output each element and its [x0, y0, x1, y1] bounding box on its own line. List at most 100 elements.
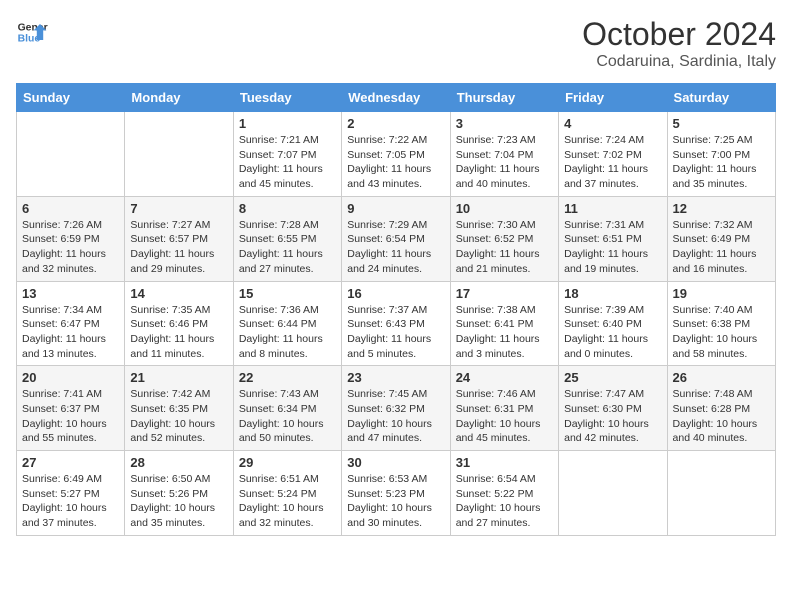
page-header: General Blue October 2024 Codaruina, Sar…: [16, 16, 776, 71]
day-info: Sunrise: 7:25 AM Sunset: 7:00 PM Dayligh…: [673, 133, 770, 192]
location-subtitle: Codaruina, Sardinia, Italy: [582, 53, 776, 71]
day-number: 19: [673, 286, 770, 301]
calendar-cell: 3 Sunrise: 7:23 AM Sunset: 7:04 PM Daylig…: [450, 112, 558, 197]
calendar-cell: 10Sunrise: 7:30 AM Sunset: 6:52 PM Dayli…: [450, 196, 558, 281]
day-info: Sunrise: 6:53 AM Sunset: 5:23 PM Dayligh…: [347, 472, 444, 531]
day-info: Sunrise: 7:26 AM Sunset: 6:59 PM Dayligh…: [22, 218, 119, 277]
day-number: 18: [564, 286, 661, 301]
column-header-friday: Friday: [559, 84, 667, 112]
column-header-thursday: Thursday: [450, 84, 558, 112]
day-number: 10: [456, 201, 553, 216]
calendar-cell: 24 Sunrise: 7:46 AM Sunset: 6:31 PM Dayli…: [450, 366, 558, 451]
day-info: Sunrise: 7:31 AM Sunset: 6:51 PM Dayligh…: [564, 218, 661, 277]
day-info: Sunrise: 7:46 AM Sunset: 6:31 PM Dayligh…: [456, 387, 553, 446]
day-number: 25: [564, 370, 661, 385]
calendar-cell: [125, 112, 233, 197]
calendar-cell: 6 Sunrise: 7:26 AM Sunset: 6:59 PM Daylig…: [17, 196, 125, 281]
day-number: 7: [130, 201, 227, 216]
week-row-3: 13 Sunrise: 7:34 AM Sunset: 6:47 PM Dayli…: [17, 281, 776, 366]
calendar-cell: 20 Sunrise: 7:41 AM Sunset: 6:37 PM Dayli…: [17, 366, 125, 451]
calendar-cell: 21 Sunrise: 7:42 AM Sunset: 6:35 PM Dayli…: [125, 366, 233, 451]
week-row-5: 27 Sunrise: 6:49 AM Sunset: 5:27 PM Dayli…: [17, 451, 776, 536]
calendar-cell: 22Sunrise: 7:43 AM Sunset: 6:34 PM Dayli…: [233, 366, 341, 451]
calendar-cell: 28 Sunrise: 6:50 AM Sunset: 5:26 PM Dayli…: [125, 451, 233, 536]
calendar-cell: 12Sunrise: 7:32 AM Sunset: 6:49 PM Dayli…: [667, 196, 775, 281]
calendar-cell: 5Sunrise: 7:25 AM Sunset: 7:00 PM Daylig…: [667, 112, 775, 197]
day-info: Sunrise: 7:36 AM Sunset: 6:44 PM Dayligh…: [239, 303, 336, 362]
calendar-table: SundayMondayTuesdayWednesdayThursdayFrid…: [16, 83, 776, 536]
calendar-body: 1Sunrise: 7:21 AM Sunset: 7:07 PM Daylig…: [17, 112, 776, 536]
calendar-cell: 8Sunrise: 7:28 AM Sunset: 6:55 PM Daylig…: [233, 196, 341, 281]
day-info: Sunrise: 6:50 AM Sunset: 5:26 PM Dayligh…: [130, 472, 227, 531]
column-header-tuesday: Tuesday: [233, 84, 341, 112]
calendar-cell: 7 Sunrise: 7:27 AM Sunset: 6:57 PM Daylig…: [125, 196, 233, 281]
day-number: 23: [347, 370, 444, 385]
day-number: 20: [22, 370, 119, 385]
day-number: 22: [239, 370, 336, 385]
day-number: 26: [673, 370, 770, 385]
day-number: 27: [22, 455, 119, 470]
week-row-4: 20 Sunrise: 7:41 AM Sunset: 6:37 PM Dayli…: [17, 366, 776, 451]
calendar-cell: 2Sunrise: 7:22 AM Sunset: 7:05 PM Daylig…: [342, 112, 450, 197]
calendar-cell: 14 Sunrise: 7:35 AM Sunset: 6:46 PM Dayli…: [125, 281, 233, 366]
day-info: Sunrise: 7:24 AM Sunset: 7:02 PM Dayligh…: [564, 133, 661, 192]
calendar-cell: 19 Sunrise: 7:40 AM Sunset: 6:38 PM Dayli…: [667, 281, 775, 366]
day-number: 12: [673, 201, 770, 216]
calendar-cell: 26 Sunrise: 7:48 AM Sunset: 6:28 PM Dayli…: [667, 366, 775, 451]
column-header-monday: Monday: [125, 84, 233, 112]
calendar-cell: [17, 112, 125, 197]
day-number: 14: [130, 286, 227, 301]
calendar-cell: [559, 451, 667, 536]
day-info: Sunrise: 7:29 AM Sunset: 6:54 PM Dayligh…: [347, 218, 444, 277]
calendar-cell: 11 Sunrise: 7:31 AM Sunset: 6:51 PM Dayli…: [559, 196, 667, 281]
calendar-cell: [667, 451, 775, 536]
day-info: Sunrise: 7:48 AM Sunset: 6:28 PM Dayligh…: [673, 387, 770, 446]
day-number: 21: [130, 370, 227, 385]
column-header-wednesday: Wednesday: [342, 84, 450, 112]
day-info: Sunrise: 7:21 AM Sunset: 7:07 PM Dayligh…: [239, 133, 336, 192]
calendar-cell: 30 Sunrise: 6:53 AM Sunset: 5:23 PM Dayli…: [342, 451, 450, 536]
calendar-cell: 18 Sunrise: 7:39 AM Sunset: 6:40 PM Dayli…: [559, 281, 667, 366]
day-info: Sunrise: 7:42 AM Sunset: 6:35 PM Dayligh…: [130, 387, 227, 446]
calendar-cell: 4Sunrise: 7:24 AM Sunset: 7:02 PM Daylig…: [559, 112, 667, 197]
day-number: 28: [130, 455, 227, 470]
day-number: 13: [22, 286, 119, 301]
day-info: Sunrise: 7:41 AM Sunset: 6:37 PM Dayligh…: [22, 387, 119, 446]
day-info: Sunrise: 7:23 AM Sunset: 7:04 PM Dayligh…: [456, 133, 553, 192]
day-number: 17: [456, 286, 553, 301]
calendar-cell: 17 Sunrise: 7:38 AM Sunset: 6:41 PM Dayli…: [450, 281, 558, 366]
calendar-cell: 25 Sunrise: 7:47 AM Sunset: 6:30 PM Dayli…: [559, 366, 667, 451]
day-number: 29: [239, 455, 336, 470]
logo-icon: General Blue: [16, 16, 48, 48]
day-info: Sunrise: 6:49 AM Sunset: 5:27 PM Dayligh…: [22, 472, 119, 531]
day-number: 24: [456, 370, 553, 385]
day-number: 2: [347, 116, 444, 131]
day-number: 3: [456, 116, 553, 131]
column-headers-row: SundayMondayTuesdayWednesdayThursdayFrid…: [17, 84, 776, 112]
day-info: Sunrise: 6:51 AM Sunset: 5:24 PM Dayligh…: [239, 472, 336, 531]
day-info: Sunrise: 7:38 AM Sunset: 6:41 PM Dayligh…: [456, 303, 553, 362]
day-info: Sunrise: 7:34 AM Sunset: 6:47 PM Dayligh…: [22, 303, 119, 362]
calendar-cell: 27 Sunrise: 6:49 AM Sunset: 5:27 PM Dayli…: [17, 451, 125, 536]
day-number: 6: [22, 201, 119, 216]
day-info: Sunrise: 7:47 AM Sunset: 6:30 PM Dayligh…: [564, 387, 661, 446]
day-info: Sunrise: 7:27 AM Sunset: 6:57 PM Dayligh…: [130, 218, 227, 277]
calendar-cell: 15Sunrise: 7:36 AM Sunset: 6:44 PM Dayli…: [233, 281, 341, 366]
day-info: Sunrise: 7:45 AM Sunset: 6:32 PM Dayligh…: [347, 387, 444, 446]
month-title: October 2024: [582, 16, 776, 53]
title-block: October 2024 Codaruina, Sardinia, Italy: [582, 16, 776, 71]
day-info: Sunrise: 7:35 AM Sunset: 6:46 PM Dayligh…: [130, 303, 227, 362]
calendar-cell: 31 Sunrise: 6:54 AM Sunset: 5:22 PM Dayli…: [450, 451, 558, 536]
day-info: Sunrise: 6:54 AM Sunset: 5:22 PM Dayligh…: [456, 472, 553, 531]
day-info: Sunrise: 7:28 AM Sunset: 6:55 PM Dayligh…: [239, 218, 336, 277]
day-info: Sunrise: 7:39 AM Sunset: 6:40 PM Dayligh…: [564, 303, 661, 362]
day-info: Sunrise: 7:40 AM Sunset: 6:38 PM Dayligh…: [673, 303, 770, 362]
week-row-2: 6 Sunrise: 7:26 AM Sunset: 6:59 PM Daylig…: [17, 196, 776, 281]
day-number: 11: [564, 201, 661, 216]
logo: General Blue: [16, 16, 48, 48]
day-number: 30: [347, 455, 444, 470]
day-number: 31: [456, 455, 553, 470]
calendar-cell: 1Sunrise: 7:21 AM Sunset: 7:07 PM Daylig…: [233, 112, 341, 197]
day-info: Sunrise: 7:37 AM Sunset: 6:43 PM Dayligh…: [347, 303, 444, 362]
day-number: 9: [347, 201, 444, 216]
